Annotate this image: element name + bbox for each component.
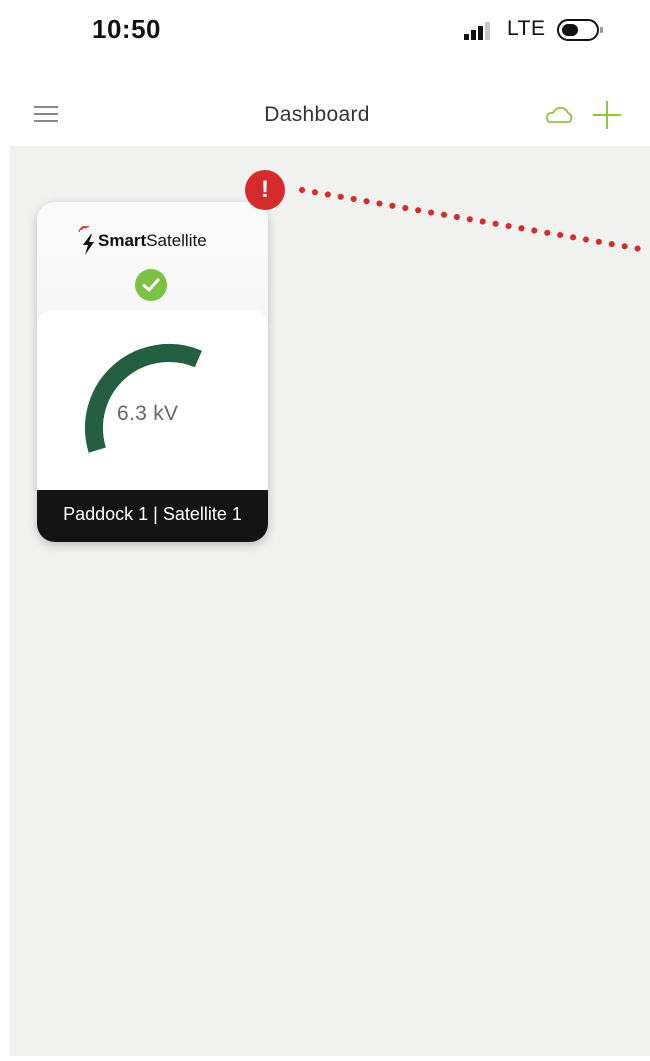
gauge-value: 6.3 kV [117, 402, 179, 425]
battery-icon [557, 19, 603, 41]
alert-badge[interactable]: ! [245, 170, 285, 210]
network-type: LTE [507, 17, 546, 40]
bolt-icon [78, 226, 94, 255]
card-body: 6.3 kV [37, 310, 268, 490]
brand-text: SmartSatellite [98, 231, 207, 251]
page-title: Dashboard [264, 103, 370, 126]
app-screen: 10:50 LTE Dashboard SmartSatellite 6.3 k… [0, 0, 650, 1061]
nav-bar: Dashboard [0, 76, 650, 146]
check-icon [135, 269, 167, 301]
smartsatellite-logo: SmartSatellite [77, 224, 237, 256]
brand-bold: Smart [98, 231, 147, 250]
status-bar: 10:50 LTE [0, 0, 650, 70]
device-card[interactable]: SmartSatellite 6.3 kV Paddock 1 | Satell… [37, 202, 268, 542]
cloud-icon[interactable] [544, 105, 574, 125]
status-time: 10:50 [92, 14, 161, 44]
dotted-annotation-line [299, 187, 649, 253]
alert-icon: ! [261, 176, 269, 203]
device-label: Paddock 1 | Satellite 1 [63, 504, 242, 524]
add-icon[interactable] [591, 99, 623, 131]
brand-light: Satellite [146, 231, 207, 250]
signal-icon [464, 22, 490, 40]
card-footer: Paddock 1 | Satellite 1 [37, 490, 268, 542]
card-header: SmartSatellite [37, 202, 268, 312]
